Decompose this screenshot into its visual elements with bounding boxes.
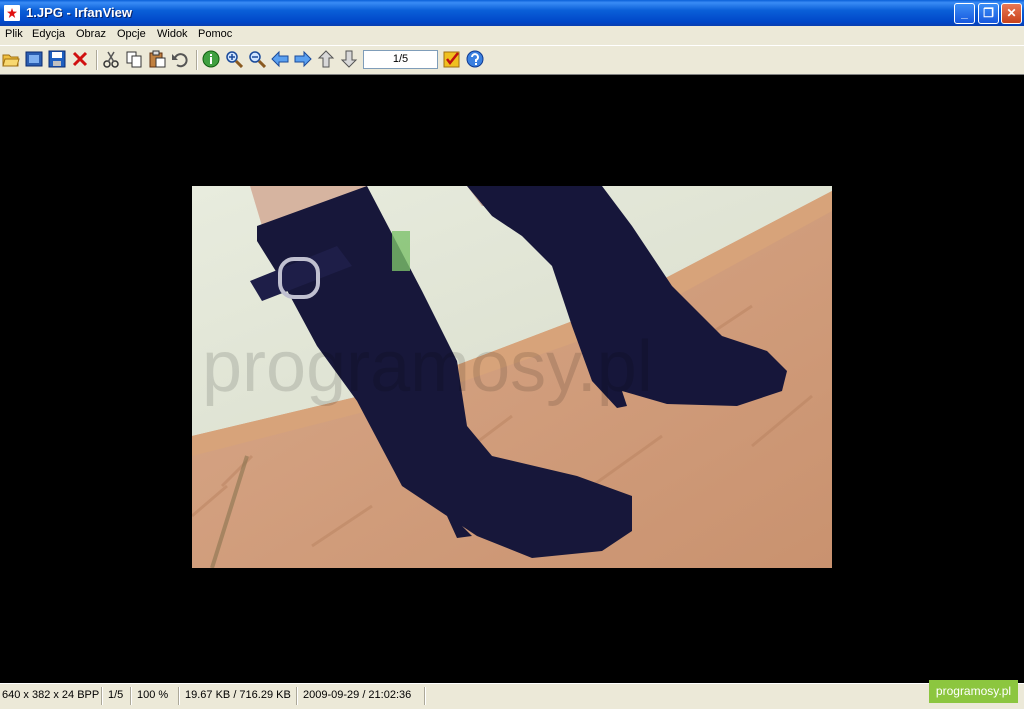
toolbar-separator bbox=[196, 50, 198, 70]
previous-icon[interactable] bbox=[271, 50, 289, 68]
minimize-button[interactable]: _ bbox=[954, 3, 975, 24]
close-button[interactable]: ✕ bbox=[1001, 3, 1022, 24]
status-separator bbox=[424, 687, 426, 705]
photo-boots: programosy.pl bbox=[192, 186, 832, 568]
cut-icon[interactable] bbox=[102, 50, 120, 68]
status-separator bbox=[178, 687, 180, 705]
menu-opcje[interactable]: Opcje bbox=[117, 28, 146, 40]
status-zoom: 100 % bbox=[137, 689, 169, 701]
status-index: 1/5 bbox=[108, 689, 124, 701]
toolbar-separator bbox=[96, 50, 98, 70]
image-viewport[interactable]: programosy.pl bbox=[0, 74, 1024, 683]
zoom-out-icon[interactable] bbox=[248, 50, 266, 68]
programosy-badge: programosy.pl bbox=[929, 680, 1018, 703]
watermark-text: programosy.pl bbox=[202, 327, 653, 407]
zoom-in-icon[interactable] bbox=[225, 50, 243, 68]
undo-icon[interactable] bbox=[171, 50, 189, 68]
status-separator bbox=[130, 687, 132, 705]
save-icon[interactable] bbox=[48, 50, 66, 68]
status-separator bbox=[296, 687, 298, 705]
next-icon[interactable] bbox=[294, 50, 312, 68]
title-bar: 1.JPG - IrfanView _ ❐ ✕ bbox=[0, 0, 1024, 26]
irfanview-app-icon[interactable] bbox=[4, 5, 20, 21]
window-title: 1.JPG - IrfanView bbox=[26, 5, 132, 20]
properties-icon[interactable] bbox=[443, 50, 461, 68]
toolbar: 1/5 bbox=[0, 45, 1024, 73]
page-indicator-field[interactable]: 1/5 bbox=[363, 50, 438, 69]
menu-bar: Plik Edycja Obraz Opcje Widok Pomoc bbox=[0, 26, 1024, 45]
menu-widok[interactable]: Widok bbox=[157, 28, 188, 40]
first-icon[interactable] bbox=[317, 50, 335, 68]
menu-plik[interactable]: Plik bbox=[5, 28, 23, 40]
status-filesize: 19.67 KB / 716.29 KB bbox=[185, 689, 291, 701]
open-folder-icon[interactable] bbox=[2, 50, 20, 68]
menu-pomoc[interactable]: Pomoc bbox=[198, 28, 232, 40]
help-icon[interactable] bbox=[466, 50, 484, 68]
status-bar: 640 x 382 x 24 BPP 1/5 100 % 19.67 KB / … bbox=[0, 683, 1024, 709]
delete-icon[interactable] bbox=[71, 50, 89, 68]
last-icon[interactable] bbox=[340, 50, 358, 68]
paste-icon[interactable] bbox=[148, 50, 166, 68]
maximize-button[interactable]: ❐ bbox=[978, 3, 999, 24]
copy-icon[interactable] bbox=[125, 50, 143, 68]
status-dimensions: 640 x 382 x 24 BPP bbox=[2, 689, 100, 701]
slideshow-icon[interactable] bbox=[25, 50, 43, 68]
status-datetime: 2009-09-29 / 21:02:36 bbox=[303, 689, 412, 701]
menu-edycja[interactable]: Edycja bbox=[32, 28, 65, 40]
menu-obraz[interactable]: Obraz bbox=[76, 28, 106, 40]
info-icon[interactable] bbox=[202, 50, 220, 68]
status-separator bbox=[101, 687, 103, 705]
